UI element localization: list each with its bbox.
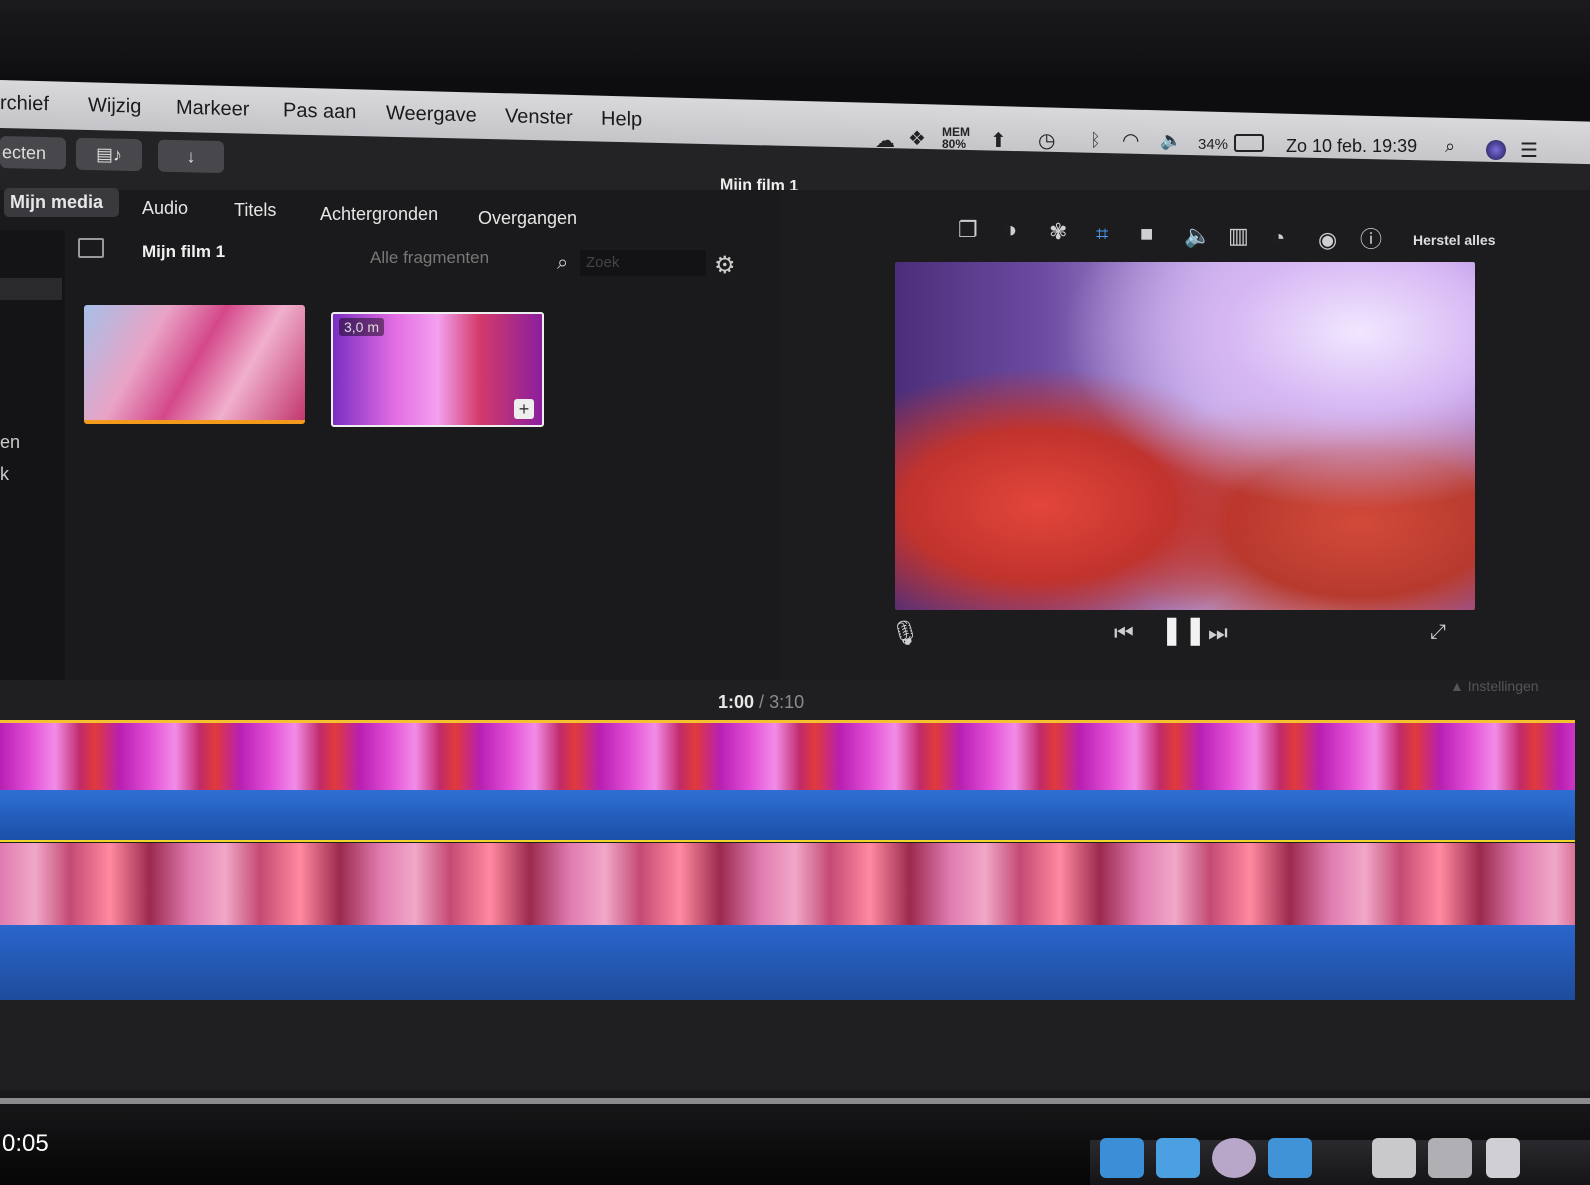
notification-icon[interactable]: ☰ bbox=[1520, 138, 1538, 163]
color-balance-icon[interactable]: ◑ bbox=[1004, 218, 1017, 242]
timecode: 1:00 / 3:10 bbox=[718, 692, 804, 713]
menubar-clock[interactable]: Zo 10 feb. 19:39 bbox=[1286, 136, 1417, 157]
volume-icon[interactable]: 🔈 bbox=[1160, 130, 1182, 151]
search-input[interactable]: Zoek bbox=[580, 250, 706, 276]
filter-dropdown[interactable]: Alle fragmenten bbox=[370, 248, 489, 268]
siri-icon[interactable] bbox=[1486, 140, 1506, 160]
wifi-icon[interactable]: ◠ bbox=[1122, 128, 1139, 153]
menu-pas-aan[interactable]: Pas aan bbox=[283, 99, 356, 124]
crop-icon[interactable]: ⌗ bbox=[1096, 222, 1108, 246]
stabilization-icon[interactable]: ■ bbox=[1140, 222, 1153, 246]
projects-button[interactable]: ecten bbox=[0, 136, 66, 170]
tab-backgrounds[interactable]: Achtergronden bbox=[320, 204, 438, 225]
trash-icon[interactable] bbox=[1486, 1138, 1520, 1178]
menu-wijzig[interactable]: Wijzig bbox=[88, 94, 141, 118]
time-separator: / bbox=[759, 692, 765, 712]
search-icon: ⌕ bbox=[557, 252, 569, 274]
battery-icon[interactable] bbox=[1234, 134, 1264, 152]
media-clip-2[interactable]: 3,0 m + bbox=[331, 312, 544, 427]
skip-back-icon[interactable]: ⏮ bbox=[1114, 621, 1134, 645]
dock-folder-icon[interactable] bbox=[1156, 1138, 1200, 1178]
gear-icon[interactable]: ⚙ bbox=[714, 254, 736, 278]
tab-my-media[interactable]: Mijn media bbox=[4, 188, 120, 217]
dock-app-icon[interactable] bbox=[1212, 1138, 1256, 1178]
menu-weergave[interactable]: Weergave bbox=[386, 102, 477, 127]
upload-icon[interactable]: ⬆ bbox=[990, 128, 1007, 153]
battery-percent: 34% bbox=[1198, 136, 1229, 153]
audio-waveform-2[interactable] bbox=[0, 925, 1575, 1000]
time-machine-icon[interactable]: ◷ bbox=[1038, 128, 1055, 153]
dock-folder-icon[interactable] bbox=[1100, 1138, 1144, 1178]
current-time: 1:00 bbox=[718, 692, 755, 712]
total-time: 3:10 bbox=[769, 692, 805, 712]
dock-folder-icon[interactable] bbox=[1268, 1138, 1312, 1178]
noise-reduction-icon[interactable]: ◉ bbox=[1318, 228, 1337, 252]
sidebar-toggle-icon[interactable] bbox=[78, 238, 104, 258]
sidebar-selected-row[interactable] bbox=[0, 278, 62, 300]
add-clip-icon[interactable]: + bbox=[514, 399, 534, 419]
arrow-down-icon: ↓ bbox=[186, 146, 196, 167]
fullscreen-icon[interactable]: ⤢ bbox=[1430, 620, 1446, 644]
menu-archief[interactable]: rchief bbox=[0, 92, 49, 116]
memory-status[interactable]: MEM 80% bbox=[942, 126, 976, 150]
sidebar-item[interactable]: k bbox=[0, 464, 9, 485]
clip-duration-badge: 3,0 m bbox=[339, 318, 385, 336]
library-title: Mijn film 1 bbox=[142, 242, 226, 261]
video-elapsed-time: 0:05 bbox=[2, 1130, 49, 1157]
dropbox-icon[interactable]: ❖ bbox=[908, 126, 926, 151]
volume-adjust-icon[interactable]: 🔈 bbox=[1184, 224, 1211, 248]
overlay-icon[interactable]: ❐ bbox=[958, 218, 978, 242]
speed-icon[interactable]: ◔ bbox=[1272, 226, 1285, 250]
menu-help[interactable]: Help bbox=[601, 108, 642, 132]
menu-venster[interactable]: Venster bbox=[505, 105, 573, 130]
video-progress-bar[interactable] bbox=[0, 1098, 1590, 1104]
video-preview bbox=[895, 262, 1475, 610]
tab-titles[interactable]: Titels bbox=[234, 200, 276, 221]
settings-label: Instellingen bbox=[1467, 678, 1539, 694]
dock-document-icon[interactable] bbox=[1428, 1138, 1472, 1178]
skip-forward-icon[interactable]: ⏭ bbox=[1208, 621, 1228, 645]
screen-bezel bbox=[0, 0, 1590, 80]
spotlight-icon[interactable]: ⌕ bbox=[1445, 136, 1455, 157]
media-clip-1[interactable] bbox=[84, 305, 305, 424]
pause-icon[interactable]: ❚❚ bbox=[1160, 616, 1207, 644]
lock-icon: ▲ bbox=[1450, 678, 1464, 694]
film-music-icon: ▤♪ bbox=[95, 144, 122, 165]
dock-document-icon[interactable] bbox=[1372, 1138, 1416, 1178]
info-icon[interactable]: ⓘ bbox=[1360, 228, 1382, 252]
media-import-button[interactable]: ▤♪ bbox=[76, 137, 142, 172]
microphone-icon[interactable]: 🎙 bbox=[890, 622, 920, 646]
sidebar-item[interactable]: en bbox=[0, 432, 20, 453]
color-correction-icon[interactable]: ✾ bbox=[1049, 220, 1067, 244]
audio-waveform-1[interactable] bbox=[0, 790, 1575, 842]
reset-all-button[interactable]: Herstel alles bbox=[1413, 232, 1496, 248]
bluetooth-icon[interactable]: ᛒ bbox=[1090, 130, 1101, 151]
library-sidebar: en k bbox=[0, 230, 65, 680]
tab-transitions[interactable]: Overgangen bbox=[478, 208, 577, 229]
menu-markeer[interactable]: Markeer bbox=[176, 97, 249, 122]
tab-audio[interactable]: Audio bbox=[142, 198, 188, 219]
equalizer-icon[interactable]: ▥ bbox=[1228, 224, 1249, 248]
download-button[interactable]: ↓ bbox=[158, 139, 224, 174]
timeline-settings-button[interactable]: ▲ Instellingen bbox=[1450, 678, 1539, 694]
